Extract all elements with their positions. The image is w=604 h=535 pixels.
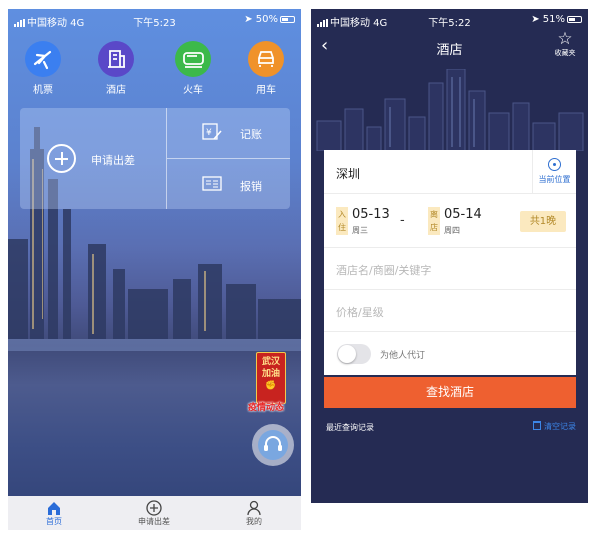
covid-news-label[interactable]: 疫情动态 (248, 400, 284, 413)
search-hotel-button[interactable]: 查找酒店 (324, 377, 576, 408)
checkout-badge: 离店 (428, 207, 440, 235)
service-icons-row: 机票 酒店 火车 用车 (8, 41, 301, 101)
reimburse-icon (202, 176, 222, 191)
price-star-field[interactable]: 价格/星级 (324, 290, 576, 332)
svg-text:¥: ¥ (206, 128, 212, 138)
current-location-button[interactable]: 当前位置 (532, 150, 576, 193)
nights-badge: 共1晚 (520, 211, 566, 232)
plane-icon (25, 41, 61, 77)
checkout-weekday: 周四 (444, 226, 460, 235)
date-separator: - (400, 213, 405, 228)
clear-history-button[interactable]: 清空记录 (533, 421, 576, 432)
battery-icon (567, 16, 582, 23)
status-bar: 中国移动 4G 下午5:22 ➤ 51% (311, 9, 588, 29)
customer-service-button[interactable] (252, 424, 294, 466)
proxy-booking-label: 为他人代订 (380, 351, 426, 361)
tab-mine-label: 我的 (246, 517, 262, 526)
covid-badge-line2: 加油 (261, 369, 280, 379)
search-form-card: 深圳 当前位置 入住 05-13 周三 - 离店 05-14 周四 共1晚 酒店… (324, 150, 576, 375)
plus-circle-icon (124, 499, 184, 516)
headset-icon (258, 430, 288, 460)
proxy-booking-row: 为他人代订 (324, 332, 576, 375)
destination-row[interactable]: 深圳 当前位置 (324, 150, 576, 194)
heart-fist-icon: ✊ (265, 381, 277, 391)
checkin-badge: 入住 (336, 207, 348, 235)
flight-label: 机票 (33, 85, 53, 96)
checkin-date: 05-13 (352, 207, 390, 222)
bookkeeping-icon: ¥ (202, 123, 222, 140)
person-icon (224, 499, 284, 516)
tab-mine[interactable]: 我的 (224, 499, 284, 527)
car-label: 用车 (256, 85, 276, 96)
tab-home[interactable]: 首页 (24, 499, 84, 527)
location-arrow-icon: ➤ (531, 14, 540, 25)
apply-trip-button[interactable]: 申请出差 (20, 108, 166, 209)
current-location-label: 当前位置 (538, 175, 571, 184)
bottom-tab-bar: 首页 申请出差 我的 (8, 496, 301, 530)
destination-city: 深圳 (336, 167, 361, 181)
bookkeeping-label: 记账 (240, 128, 262, 141)
tab-home-label: 首页 (46, 517, 62, 526)
home-icon (24, 499, 84, 516)
battery-percent: 51% (542, 14, 565, 25)
home-screen: 中国移动 4G 下午5:23 ➤ 50% 机票 酒店 火车 用车 申请出差 ¥ … (8, 9, 301, 530)
nav-bar: ‹ 酒店 ☆ 收藏夹 (311, 29, 588, 65)
date-range-row[interactable]: 入住 05-13 周三 - 离店 05-14 周四 共1晚 (324, 194, 576, 248)
hotel-icon (98, 41, 134, 77)
status-bar: 中国移动 4G 下午5:23 ➤ 50% (8, 9, 301, 29)
train-label: 火车 (183, 85, 203, 96)
car-icon (248, 41, 284, 77)
favorites-label: 收藏夹 (554, 49, 576, 57)
location-arrow-icon: ➤ (244, 14, 253, 25)
bookkeeping-button[interactable]: ¥ 记账 (167, 108, 290, 158)
recent-search-label: 最近查询记录 (326, 423, 374, 432)
reimburse-button[interactable]: 报销 (167, 159, 290, 209)
tab-apply-trip[interactable]: 申请出差 (124, 499, 184, 527)
car-service-button[interactable]: 用车 (236, 41, 296, 96)
star-icon: ☆ (557, 29, 573, 49)
covid-badge-line1: 武汉 (261, 357, 280, 367)
skyline-illustration (316, 69, 584, 151)
train-icon (175, 41, 211, 77)
quick-actions-panel: 申请出差 ¥ 记账 报销 (20, 108, 290, 209)
reimburse-label: 报销 (240, 180, 262, 193)
train-service-button[interactable]: 火车 (163, 41, 223, 96)
plus-circle-icon (47, 144, 76, 173)
hotel-search-screen: 中国移动 4G 下午5:22 ➤ 51% ‹ 酒店 ☆ 收藏夹 深圳 当前位置 … (311, 9, 588, 503)
page-title: 酒店 (436, 43, 463, 58)
battery-percent: 50% (255, 14, 278, 25)
checkout-date: 05-14 (444, 207, 482, 222)
trash-icon (533, 421, 541, 430)
checkin-weekday: 周三 (352, 226, 368, 235)
apply-trip-label: 申请出差 (91, 154, 135, 167)
clear-history-label: 清空记录 (544, 422, 576, 431)
keyword-placeholder: 酒店名/商圈/关键字 (336, 264, 432, 277)
covid-news-badge[interactable]: 武汉 加油 ✊ (256, 352, 286, 404)
tab-apply-trip-label: 申请出差 (138, 517, 170, 526)
hotel-label: 酒店 (106, 85, 126, 96)
keyword-field[interactable]: 酒店名/商圈/关键字 (324, 248, 576, 290)
battery-icon (280, 16, 295, 23)
favorites-button[interactable]: ☆ 收藏夹 (550, 30, 580, 58)
proxy-booking-toggle[interactable] (337, 344, 371, 364)
flight-service-button[interactable]: 机票 (13, 41, 73, 96)
hotel-service-button[interactable]: 酒店 (86, 41, 146, 96)
price-placeholder: 价格/星级 (336, 306, 384, 319)
locate-icon (548, 158, 561, 171)
